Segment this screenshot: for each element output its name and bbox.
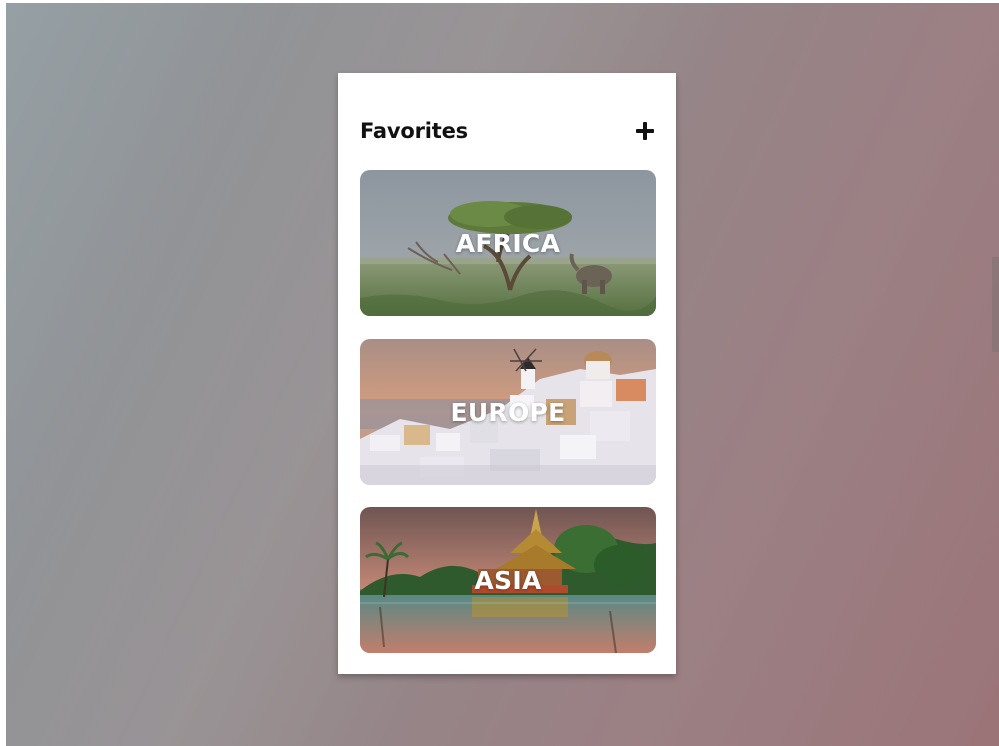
card-label: AFRICA — [455, 228, 561, 258]
card-label: EUROPE — [450, 397, 566, 427]
card-africa[interactable]: AFRICA — [360, 170, 656, 316]
favorites-panel: Favorites AFRICA EUROPE ASIA — [338, 73, 676, 674]
add-favorite-button[interactable] — [634, 120, 656, 142]
scroll-handle[interactable] — [992, 257, 999, 352]
card-europe[interactable]: EUROPE — [360, 339, 656, 485]
card-label: ASIA — [474, 565, 542, 595]
panel-title: Favorites — [360, 119, 468, 143]
plus-icon — [636, 122, 654, 140]
card-asia[interactable]: ASIA — [360, 507, 656, 653]
panel-header: Favorites — [360, 117, 656, 145]
